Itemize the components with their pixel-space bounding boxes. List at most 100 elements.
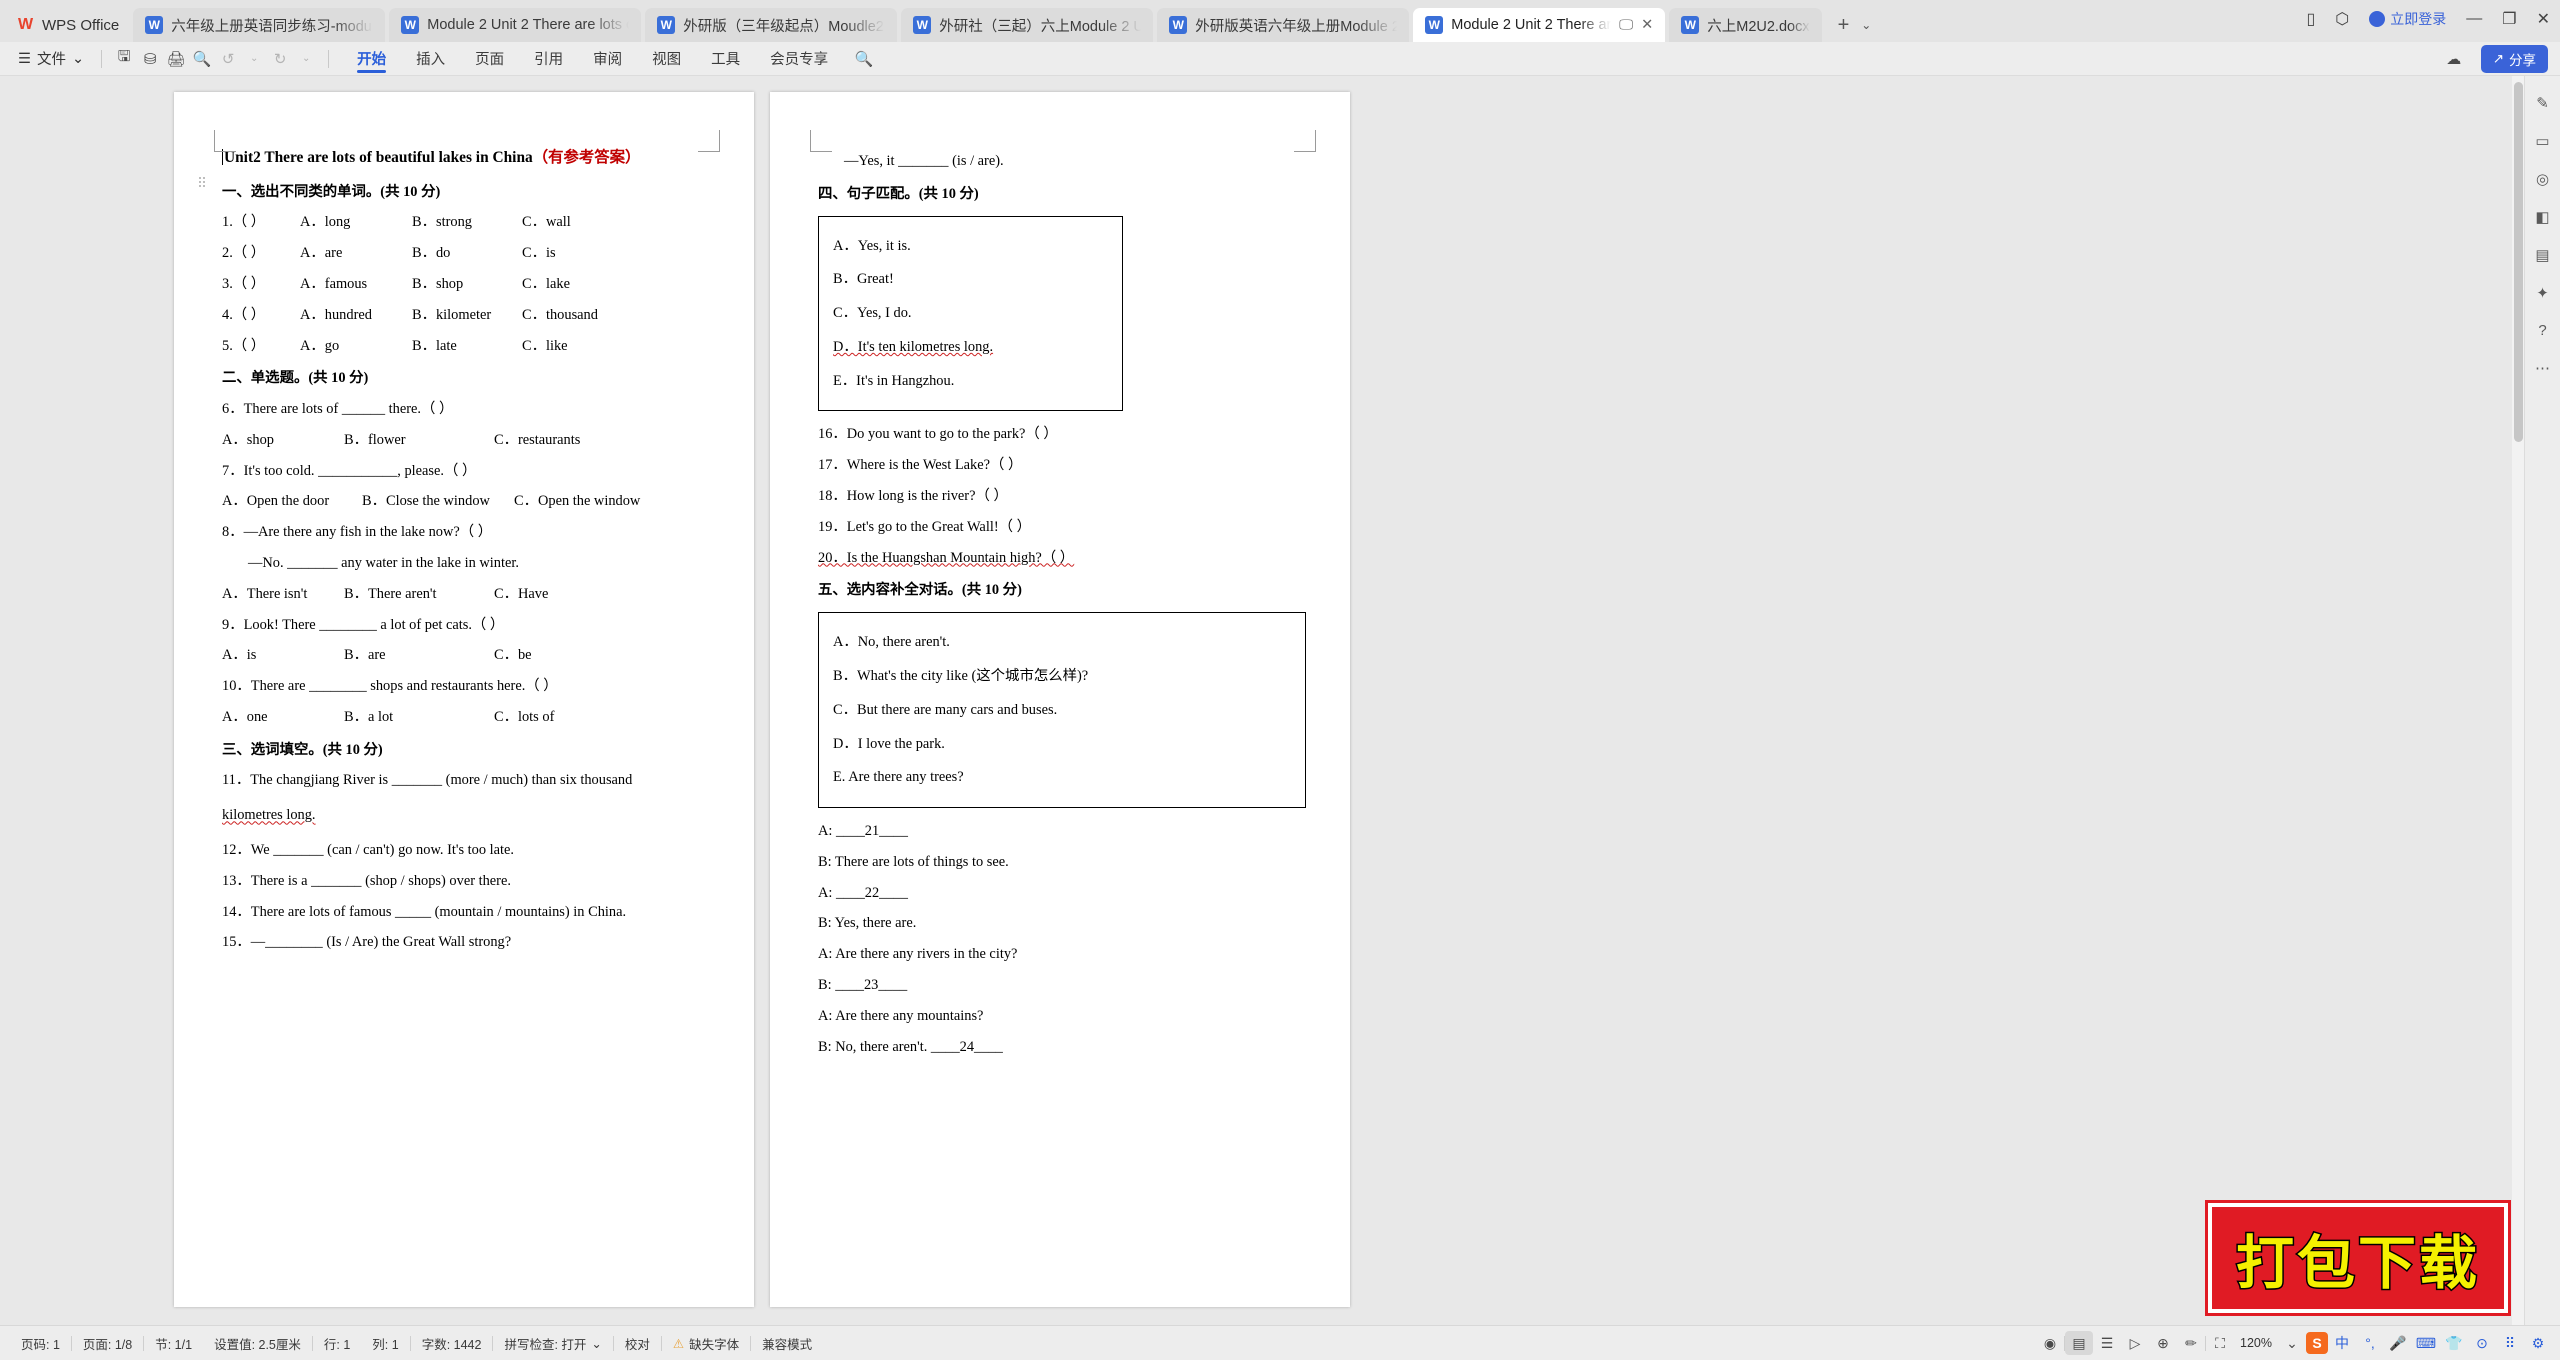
document-tab-3[interactable]: W 外研社（三起）六上Module 2 Unit 2 [901, 8, 1154, 42]
edit-icon[interactable]: ✎ [2536, 94, 2549, 112]
document-page-1[interactable]: Unit2 There are lots of beautiful lakes … [174, 92, 754, 1307]
dialog-option-e: E. Are there any trees? [833, 769, 964, 786]
redo-icon[interactable]: ↻ [267, 47, 293, 71]
option-a: A．go [300, 337, 340, 354]
ribbon-tab-home[interactable]: 开始 [342, 42, 401, 76]
ribbon-tab-reference[interactable]: 引用 [519, 42, 578, 76]
paragraph-drag-handle[interactable] [198, 176, 206, 188]
save-icon[interactable]: 🖫 [111, 47, 137, 71]
tab-list-chevron-icon[interactable]: ⌄ [1861, 18, 1871, 32]
document-tab-1[interactable]: W Module 2 Unit 2 There are lots of [389, 8, 642, 42]
presentation-view-icon[interactable]: ▷ [2121, 1331, 2149, 1355]
status-setting[interactable]: 设置值: 2.5厘米 [203, 1334, 312, 1353]
app-name: WPS Office [42, 16, 120, 34]
status-word-count[interactable]: 字数: 1442 [411, 1334, 493, 1353]
brush-icon[interactable]: ✏ [2177, 1331, 2205, 1355]
ribbon-tab-insert[interactable]: 插入 [401, 42, 460, 76]
question-13: 13．There is a _______ (shop / shops) ove… [222, 872, 511, 889]
status-missing-font[interactable]: ⚠ 缺失字体 [662, 1334, 750, 1353]
close-icon[interactable]: ✕ [1641, 17, 1653, 33]
chart-icon[interactable]: ◧ [2535, 208, 2549, 226]
more-options-icon[interactable]: ☁ [2441, 47, 2467, 71]
question-number: 5.（ ） [222, 337, 266, 354]
status-col[interactable]: 列: 1 [361, 1334, 409, 1353]
undo-dropdown-icon[interactable]: ⌄ [241, 47, 267, 71]
fullscreen-icon[interactable]: ⛶ [2206, 1331, 2234, 1355]
option-b: B．There aren't [344, 585, 437, 602]
punctuation-icon[interactable]: °, [2356, 1331, 2384, 1355]
option-c: C．Have [494, 585, 549, 602]
shapes-icon[interactable]: ◎ [2536, 170, 2549, 188]
match-option-d: D．It's ten kilometres long. [833, 338, 994, 355]
close-button[interactable]: ✕ [2537, 9, 2550, 29]
page-view-icon[interactable]: ▤ [2065, 1331, 2094, 1355]
avatar [2369, 11, 2386, 27]
question-19: 19．Let's go to the Great Wall!（ ） [818, 518, 1031, 535]
file-menu-button[interactable]: ☰ 文件 ⌄ [10, 48, 92, 69]
more-ime-icon[interactable]: ⚙ [2524, 1331, 2552, 1355]
document-page-2[interactable]: —Yes, it _______ (is / are). 四、句子匹配。(共 1… [770, 92, 1350, 1307]
vertical-scrollbar-thumb[interactable] [2514, 82, 2523, 442]
status-row[interactable]: 行: 1 [313, 1334, 361, 1353]
cloud-sync-icon[interactable]: ⛁ [137, 47, 163, 71]
image-icon[interactable]: ✦ [2536, 284, 2549, 302]
ribbon-tab-tools[interactable]: 工具 [696, 42, 755, 76]
option-b: B．Close the window [362, 493, 490, 510]
download-watermark[interactable]: 打包下载 [2208, 1203, 2508, 1313]
zoom-level[interactable]: 120% [2234, 1336, 2278, 1350]
more-icon[interactable]: ⋯ [2535, 359, 2550, 377]
skin-icon[interactable]: 👕 [2440, 1331, 2468, 1355]
quick-access-chevron-icon[interactable]: ⌄ [293, 47, 319, 71]
new-tab-button[interactable]: + [1838, 14, 1850, 37]
match-option-e: E．It's in Hangzhou. [833, 372, 955, 389]
print-preview-icon[interactable]: 🔍 [189, 47, 215, 71]
share-button[interactable]: ↗ 分享 [2480, 44, 2548, 73]
web-view-icon[interactable]: ⊕ [2149, 1331, 2177, 1355]
document-tab-6[interactable]: W 六上M2U2.docx [1669, 8, 1822, 42]
status-pages[interactable]: 页面: 1/8 [72, 1334, 143, 1353]
apps-icon[interactable]: ⠿ [2496, 1331, 2524, 1355]
status-page-number[interactable]: 页码: 1 [10, 1334, 71, 1353]
status-spellcheck[interactable]: 拼写检查: 打开 ⌄ [493, 1334, 612, 1353]
ribbon-tab-review[interactable]: 审阅 [578, 42, 637, 76]
restore-button[interactable]: ❐ [2502, 9, 2516, 29]
option-b: B．do [412, 245, 451, 262]
ribbon-tab-member[interactable]: 会员专享 [755, 42, 843, 76]
document-tab-4[interactable]: W 外研版英语六年级上册Module 2 分单 [1157, 8, 1410, 42]
toolbox-icon[interactable]: ⊙ [2468, 1331, 2496, 1355]
sogou-icon[interactable]: S [2306, 1332, 2328, 1354]
undo-icon[interactable]: ↺ [215, 47, 241, 71]
word-doc-icon: W [657, 16, 676, 34]
zoom-chevron-icon[interactable]: ⌄ [2278, 1331, 2306, 1355]
option-a: A．are [300, 245, 343, 262]
document-tab-5-active[interactable]: W Module 2 Unit 2 There are 🖵 ✕ [1413, 8, 1666, 42]
dialog-line-3: A: ____22____ [818, 884, 908, 901]
ribbon-tab-view[interactable]: 视图 [637, 42, 696, 76]
minimize-button[interactable]: — [2466, 10, 2482, 28]
search-icon[interactable]: 🔍 [851, 47, 877, 71]
print-icon[interactable]: 🖨 [163, 47, 189, 71]
panel-toggle-icon[interactable]: ▯ [2306, 9, 2315, 29]
login-button[interactable]: 立即登录 [2369, 9, 2446, 29]
tab-preview-icon[interactable]: 🖵 [1619, 17, 1633, 33]
microphone-icon[interactable]: 🎤 [2384, 1331, 2412, 1355]
margin-corner-icon [698, 130, 720, 152]
chinese-mode-icon[interactable]: 中 [2328, 1331, 2356, 1355]
help-icon[interactable]: ? [2538, 322, 2546, 339]
status-section[interactable]: 节: 1/1 [144, 1334, 203, 1353]
ribbon-tab-page[interactable]: 页面 [460, 42, 519, 76]
document-tab-2[interactable]: W 外研版（三年级起点）Moudle2Unit2 [645, 8, 898, 42]
document-tab-0[interactable]: W 六年级上册英语同步练习-module 2 u [133, 8, 386, 42]
eye-icon[interactable]: ◉ [2036, 1331, 2064, 1355]
outline-view-icon[interactable]: ☰ [2093, 1331, 2121, 1355]
cube-icon[interactable]: ⬡ [2335, 9, 2349, 29]
select-icon[interactable]: ▭ [2535, 132, 2549, 150]
table-icon[interactable]: ▤ [2535, 246, 2549, 264]
status-proofread[interactable]: 校对 [614, 1334, 661, 1353]
option-c: C．restaurants [494, 431, 581, 448]
section-heading-4: 四、句子匹配。(共 10 分) [818, 185, 979, 202]
status-compat-mode[interactable]: 兼容模式 [751, 1334, 823, 1353]
hamburger-icon: ☰ [18, 50, 31, 67]
keyboard-icon[interactable]: ⌨ [2412, 1331, 2440, 1355]
status-spellcheck-label: 拼写检查: 打开 [504, 1337, 587, 1352]
